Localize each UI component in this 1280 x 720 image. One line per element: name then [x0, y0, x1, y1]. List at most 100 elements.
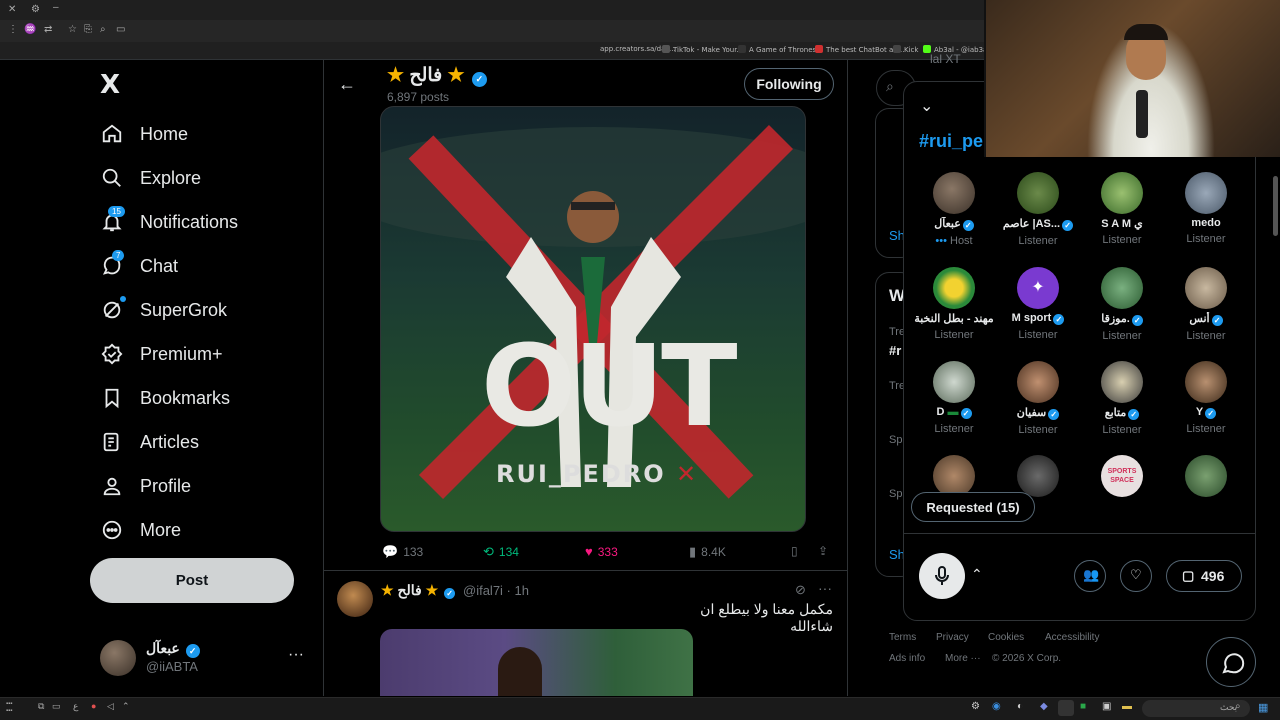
reactions-button[interactable]: ♡ [1120, 560, 1152, 592]
cast-icon[interactable]: ▭ [116, 24, 125, 35]
more-options-icon[interactable]: ··· [288, 646, 304, 664]
participant[interactable]: SPORTS SPACE [1080, 455, 1164, 497]
footer-terms[interactable]: Terms [889, 632, 916, 643]
grok-icon[interactable]: ⊘ [795, 582, 806, 598]
sidebar-item-supergrok[interactable]: SuperGrok [100, 290, 227, 330]
folder-icon[interactable]: ▬ [1122, 701, 1132, 712]
chevron-up-icon[interactable]: ⌃ [122, 701, 130, 712]
x-logo[interactable]: X [100, 72, 126, 98]
reply-button[interactable]: 💬 133 [382, 544, 423, 560]
whatsapp-icon[interactable]: ■ [1080, 701, 1086, 712]
bookmark-item[interactable]: A Game of Thrones... [738, 45, 823, 54]
chrome-icon[interactable] [1058, 700, 1074, 716]
premium-icon [100, 342, 124, 366]
close-icon[interactable]: ✕ [8, 4, 16, 15]
translate-icon[interactable]: ⇄ [44, 24, 52, 35]
sidebar-item-bookmarks[interactable]: Bookmarks [100, 378, 230, 418]
settings-icon[interactable]: ⚙ [971, 701, 980, 712]
menu-icon[interactable]: ⋮ [8, 24, 18, 35]
participant[interactable]: عاصم |AS... ✓ Listener [996, 172, 1080, 247]
footer-accessibility[interactable]: Accessibility [1045, 632, 1099, 643]
participant[interactable]: medo Listener [1164, 172, 1248, 245]
account-handle: @iiABTA [146, 659, 198, 674]
extension-icon[interactable]: ♒ [24, 24, 36, 35]
language-icon[interactable]: ع [73, 701, 78, 712]
sidebar-item-more[interactable]: More [100, 510, 181, 550]
requested-button[interactable]: Requested (15) [911, 492, 1035, 522]
more-options-icon[interactable]: ··· [818, 580, 832, 596]
following-button[interactable]: Following [744, 68, 834, 100]
account-switcher[interactable]: عبعآل ✓ @iiABTA ··· [100, 640, 310, 676]
participants-button[interactable]: 👥 [1074, 560, 1106, 592]
zoom-icon[interactable]: ⌕ [100, 24, 106, 35]
chevron-up-icon[interactable]: ⌃ [971, 566, 983, 583]
tweet-handle[interactable]: @ifal7i · 1h [463, 583, 529, 598]
back-arrow-icon[interactable]: ← [338, 74, 356, 95]
sidebar-item-chat[interactable]: 7 Chat [100, 246, 178, 286]
participant[interactable]: D ▬ ✓ Listener [912, 361, 996, 435]
tweet-image[interactable] [380, 629, 693, 696]
volume-icon[interactable]: ◁ [107, 701, 114, 712]
webcam-hair [1124, 24, 1168, 40]
like-button[interactable]: ♥ 333 [585, 544, 618, 559]
footer-privacy[interactable]: Privacy [936, 632, 969, 643]
retweet-button[interactable]: ⟲ 134 [483, 544, 519, 560]
microphone-icon [935, 566, 949, 585]
collapse-chevron-icon[interactable]: ⌄ [920, 96, 933, 116]
participant[interactable]: S A M ي Listener [1080, 172, 1164, 246]
taskbar-search[interactable]: بحث ⌕ [1142, 700, 1250, 717]
participant[interactable]: موزقا. ✓ Listener [1080, 267, 1164, 342]
views-button[interactable]: ▮ 8.4K [689, 544, 726, 560]
tweet-image[interactable]: OUT RUI_PEDRO ✕ [380, 106, 806, 532]
avatar[interactable] [337, 581, 373, 617]
sidebar-item-explore[interactable]: Explore [100, 158, 201, 198]
tweet-author[interactable]: ★ فالح ★ ✓ [381, 582, 456, 599]
reply-count: 133 [403, 545, 424, 559]
minimize-icon[interactable]: – [53, 2, 59, 13]
verified-icon: ✓ [185, 644, 200, 658]
sidebar-item-profile[interactable]: Profile [100, 466, 191, 506]
edge-icon[interactable]: ◉ [992, 701, 1001, 712]
sidebar-item-premium[interactable]: Premium+ [100, 334, 223, 374]
star-icon[interactable]: ☆ [68, 24, 77, 35]
participant[interactable]: أنس ✓ Listener [1164, 267, 1248, 342]
participant[interactable]: مهند - بطل النخبة Listener [912, 267, 996, 341]
participant[interactable]: ✦ M sport ✓ Listener [996, 267, 1080, 341]
participant[interactable] [996, 455, 1080, 497]
start-icon[interactable]: ▦ [1258, 701, 1268, 714]
bookmark-item[interactable]: The best ChatBot an... [815, 45, 904, 54]
share-icon[interactable]: ⎘ [84, 24, 92, 35]
bookmark-button[interactable]: ▯ [791, 544, 798, 558]
tray-icon[interactable]: ⧉ [38, 701, 44, 712]
sidebar-item-notifications[interactable]: 15 Notifications [100, 202, 238, 242]
discord-icon[interactable]: ◆ [1040, 701, 1048, 712]
microphone-icon[interactable]: ● [91, 701, 96, 711]
chat-floating-button[interactable] [1206, 637, 1256, 687]
participant-role: ••• Host [912, 235, 996, 247]
tray-icon[interactable]: ▭ [52, 701, 61, 712]
app-icon[interactable]: ▣ [1102, 701, 1111, 712]
footer-more[interactable]: More ··· [945, 653, 981, 664]
scrollbar[interactable] [1273, 176, 1278, 236]
participant[interactable]: Y ✓ Listener [1164, 361, 1248, 435]
settings-icon[interactable]: ⚙ [31, 4, 40, 15]
app-icon[interactable]: ◐ [1017, 701, 1023, 712]
comments-button[interactable]: ▢ 496 [1166, 560, 1242, 592]
sidebar-item-home[interactable]: Home [100, 114, 188, 154]
footer-cookies[interactable]: Cookies [988, 632, 1024, 643]
sidebar-item-articles[interactable]: Articles [100, 422, 199, 462]
footer-ads-info[interactable]: Ads info [889, 653, 925, 664]
participant[interactable]: متابع ✓ Listener [1080, 361, 1164, 436]
share-button[interactable]: ⇪ [818, 544, 828, 558]
bookmark-item[interactable]: Kick [893, 45, 918, 54]
star-icon: ★ [381, 582, 394, 598]
microphone-button[interactable] [919, 553, 965, 599]
avatar [1185, 172, 1227, 214]
participant[interactable] [912, 455, 996, 497]
post-button[interactable]: Post [90, 558, 294, 603]
participant[interactable]: سفيان ✓ Listener [996, 361, 1080, 436]
participant[interactable]: عبعآل ✓ ••• Host [912, 172, 996, 247]
bookmark-item[interactable]: TikTok - Make Your... [662, 45, 743, 54]
participant[interactable] [1164, 455, 1248, 497]
trend-hashtag[interactable]: #r [889, 343, 901, 358]
